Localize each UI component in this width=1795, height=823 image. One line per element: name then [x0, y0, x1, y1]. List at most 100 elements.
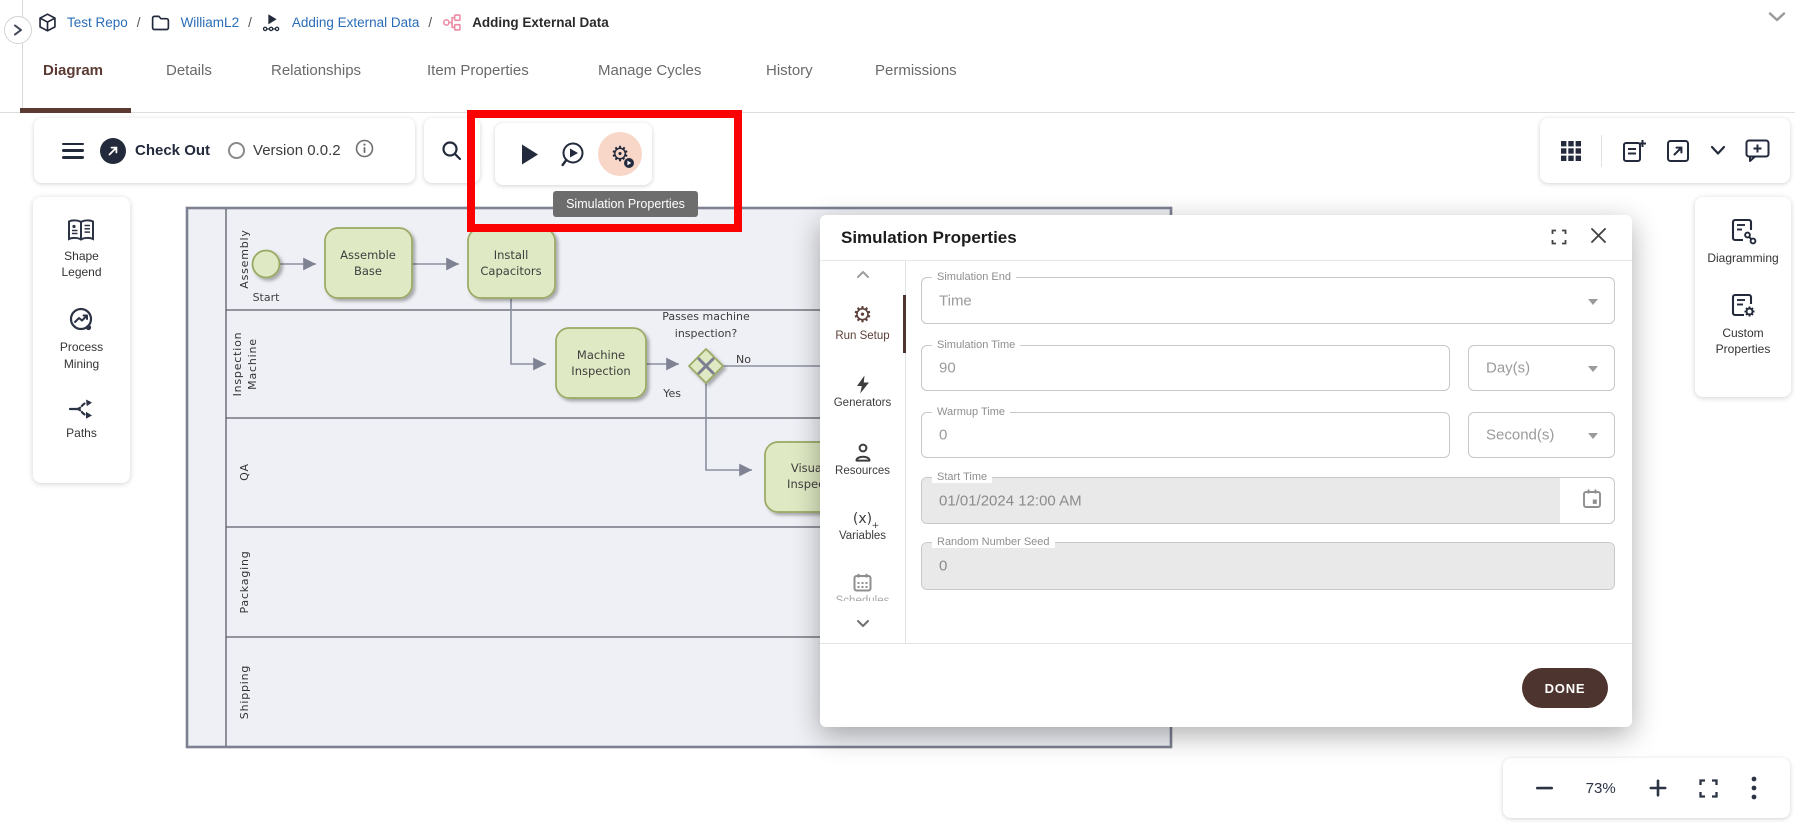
chevron-right-icon	[13, 24, 23, 36]
gateway-yes-label: Yes	[662, 387, 681, 400]
search-icon[interactable]	[441, 140, 463, 162]
person-icon	[854, 443, 872, 462]
breadcrumb-test-repo[interactable]: Test Repo	[67, 15, 128, 30]
folder-icon	[150, 11, 172, 33]
task-machine-inspection-label: Machine	[577, 348, 625, 362]
grid-view-icon[interactable]	[1559, 139, 1583, 163]
custom-properties-tool[interactable]: CustomProperties	[1716, 292, 1771, 357]
collapse-header-icon[interactable]	[1768, 10, 1786, 28]
tab-bar: Diagram Details Relationships Item Prope…	[0, 60, 1700, 90]
lane-label-assembly: Assembly	[238, 229, 251, 288]
maximize-dialog-icon[interactable]	[1551, 229, 1567, 250]
zoom-in-icon[interactable]	[1649, 779, 1667, 797]
random-seed-input: Random Number Seed 0	[921, 542, 1615, 590]
active-tab-underline	[20, 108, 131, 113]
lane-label-inspection: Inspection	[231, 332, 244, 397]
task-assemble-base-label: Base	[354, 264, 382, 278]
tab-details[interactable]: Details	[166, 62, 212, 79]
warmup-time-input[interactable]: Warmup Time 0	[921, 412, 1450, 458]
process-mining-label: Process	[60, 340, 103, 354]
diagram-nodes-icon	[441, 11, 463, 33]
task-install-capacitors[interactable]	[468, 228, 555, 298]
date-picker-calendar-icon[interactable]	[1582, 488, 1602, 514]
preview-simulation-icon[interactable]	[559, 141, 586, 168]
repository-cube-icon	[36, 11, 58, 33]
lightning-icon	[856, 375, 870, 394]
start-time-input: Start Time 01/01/2024 12:00 AM	[921, 477, 1615, 524]
tab-permissions[interactable]: Permissions	[875, 62, 957, 79]
fit-screen-icon[interactable]	[1699, 779, 1718, 798]
dialog-header-divider	[820, 260, 1632, 261]
info-icon[interactable]	[355, 139, 374, 163]
simulation-end-value: Time	[939, 292, 972, 309]
simulation-properties-button[interactable]: ⚙	[598, 132, 642, 176]
rail-tab-resources[interactable]: Resources	[820, 443, 905, 477]
export-diagram-icon[interactable]	[1665, 138, 1691, 164]
lane-label-qa: QA	[238, 463, 251, 481]
app-window: Test Repo / WilliamL2 / Adding External …	[0, 0, 1795, 823]
expand-panel-button[interactable]	[4, 16, 32, 44]
rail-scroll-down[interactable]	[820, 619, 905, 628]
check-out-button[interactable]: Check Out	[135, 142, 210, 159]
check-out-icon[interactable]	[100, 138, 126, 164]
tab-diagram[interactable]: Diagram	[43, 62, 103, 79]
chevron-down-icon[interactable]	[1710, 145, 1726, 156]
process-mining-tool[interactable]: ProcessMining	[60, 306, 103, 371]
rail-tab-generators[interactable]: Generators	[820, 375, 905, 409]
rail-tab-schedules[interactable]: Schedules	[820, 573, 905, 601]
variables-icon: (x)+	[853, 511, 872, 527]
task-install-capacitors-label: Install	[494, 248, 529, 262]
task-machine-inspection[interactable]	[556, 328, 646, 398]
warmup-time-unit-select[interactable]: Second(s)	[1468, 412, 1615, 458]
tab-item-properties[interactable]: Item Properties	[427, 62, 529, 79]
done-button[interactable]: DONE	[1522, 668, 1608, 708]
more-options-icon[interactable]	[1751, 776, 1757, 800]
header-divider	[0, 112, 1795, 113]
simulation-toolbar: ⚙	[495, 123, 652, 185]
rail-tab-run-setup[interactable]: ⚙ Run Setup	[820, 305, 905, 342]
dialog-footer-divider	[820, 643, 1632, 644]
start-event[interactable]	[253, 251, 280, 278]
dropdown-caret-icon	[1588, 433, 1598, 439]
gear-play-badge-icon	[623, 157, 635, 169]
zoom-level: 73%	[1586, 780, 1616, 797]
simulation-time-unit-select[interactable]: Day(s)	[1468, 345, 1615, 391]
breadcrumb-separator: /	[248, 15, 252, 30]
random-seed-label: Random Number Seed	[932, 536, 1055, 548]
warmup-time-unit: Second(s)	[1486, 427, 1554, 444]
run-simulation-icon[interactable]	[521, 144, 539, 165]
simulation-end-select[interactable]: Simulation End Time	[921, 277, 1615, 324]
zoom-out-icon[interactable]	[1536, 786, 1553, 790]
run-setup-gear-icon: ⚙	[853, 305, 873, 327]
rail-tab-variables[interactable]: (x)+ Variables	[820, 511, 905, 542]
simulation-time-input[interactable]: Simulation Time 90	[921, 345, 1450, 391]
shape-legend-label: Shape	[64, 249, 99, 263]
add-note-icon[interactable]	[1621, 138, 1647, 164]
task-assemble-base[interactable]	[325, 228, 412, 298]
tab-manage-cycles[interactable]: Manage Cycles	[598, 62, 701, 79]
rail-scroll-up[interactable]	[820, 270, 905, 279]
shape-legend-tool[interactable]: ShapeLegend	[61, 219, 101, 280]
paths-tool[interactable]: Paths	[66, 398, 97, 441]
left-tools-panel: ShapeLegend ProcessMining Paths	[33, 197, 130, 483]
search-toolbar	[424, 118, 480, 183]
dialog-title: Simulation Properties	[841, 228, 1017, 248]
toolbar-divider	[1601, 135, 1602, 167]
diagramming-tool[interactable]: Diagramming	[1707, 217, 1778, 266]
close-dialog-icon[interactable]	[1590, 227, 1607, 249]
task-install-capacitors-label: Capacitors	[480, 264, 541, 278]
shape-legend-book-icon	[66, 219, 96, 243]
task-assemble-base-label: Assemble	[340, 248, 396, 262]
start-time-value: 01/01/2024 12:00 AM	[939, 492, 1082, 509]
lane-label-shipping: Shipping	[238, 665, 251, 719]
random-seed-value: 0	[939, 558, 947, 575]
start-event-label: Start	[253, 291, 281, 304]
simulation-time-value: 90	[939, 360, 956, 377]
menu-icon[interactable]	[62, 143, 84, 159]
add-comment-icon[interactable]	[1744, 138, 1771, 163]
breadcrumb-folder[interactable]: WilliamL2	[181, 15, 240, 30]
tab-history[interactable]: History	[766, 62, 813, 79]
breadcrumb-process[interactable]: Adding External Data	[292, 15, 420, 30]
zoom-controls: 73%	[1503, 758, 1790, 818]
tab-relationships[interactable]: Relationships	[271, 62, 361, 79]
